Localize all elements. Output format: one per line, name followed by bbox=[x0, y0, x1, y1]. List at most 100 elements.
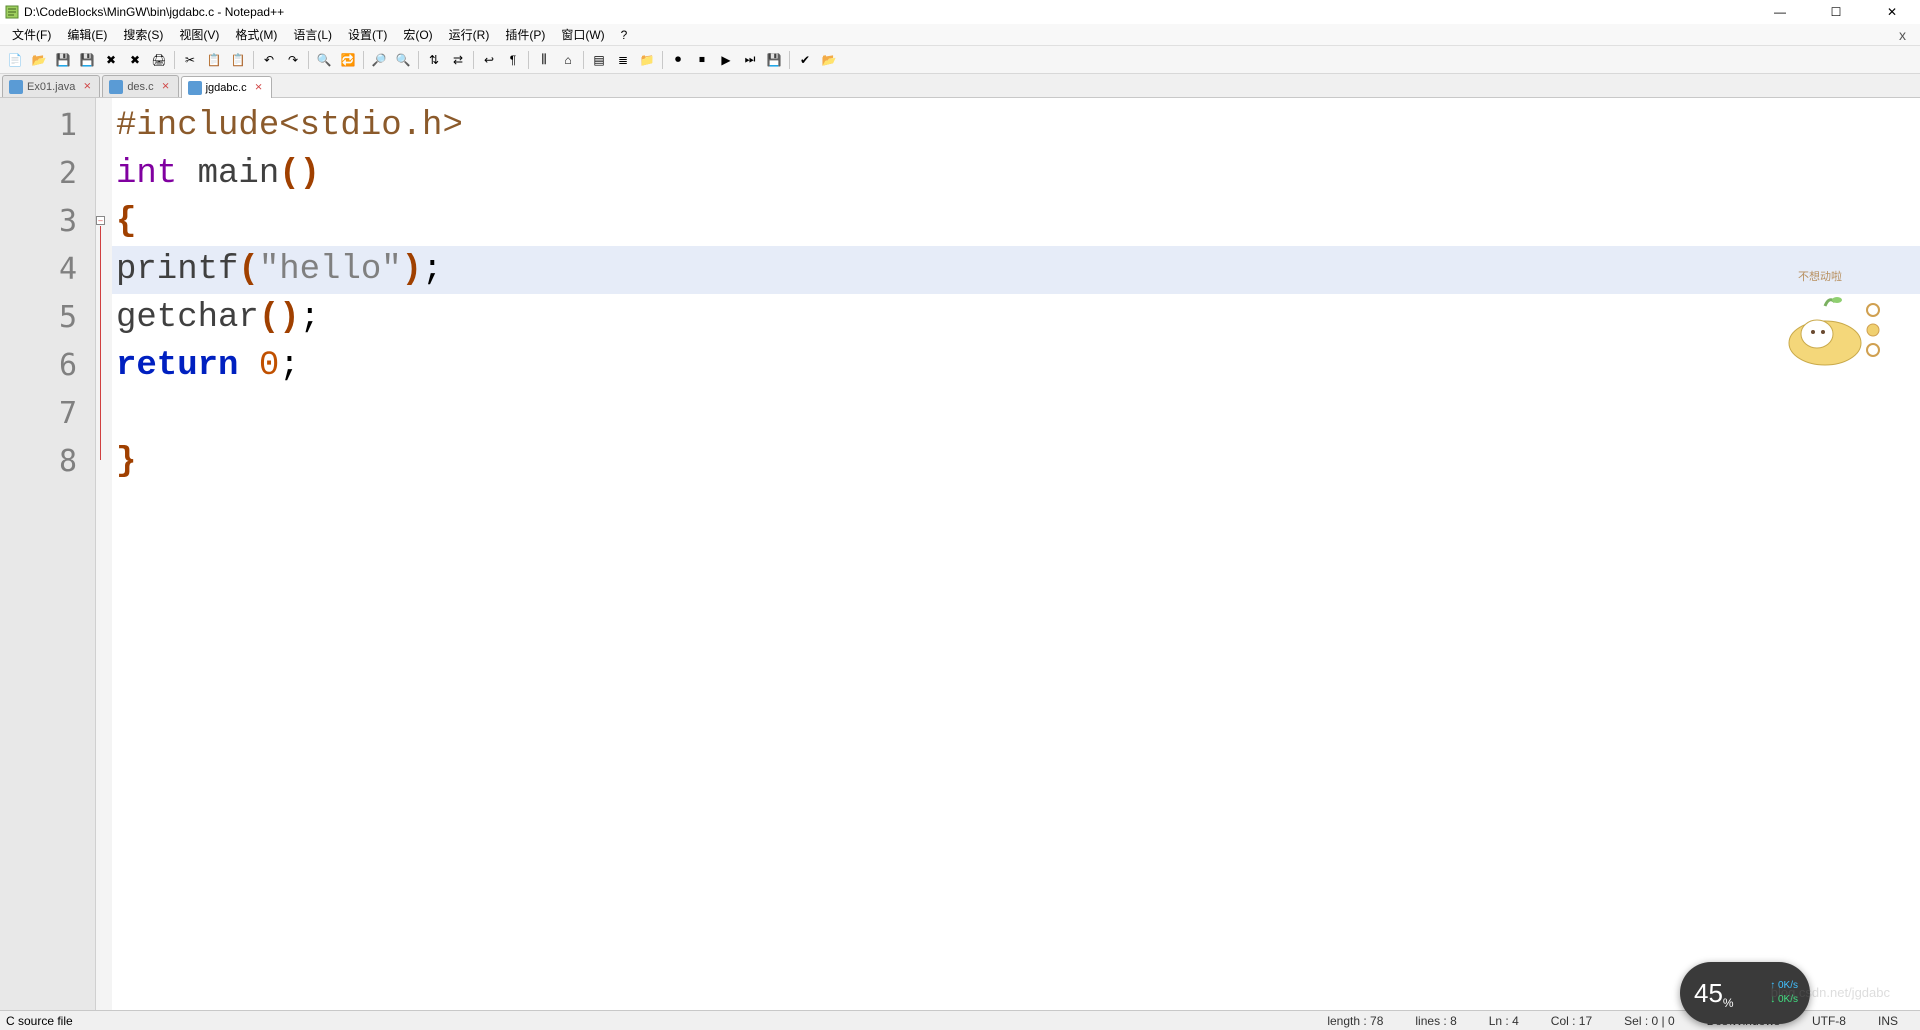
file-tab[interactable]: jgdabc.c⨯ bbox=[181, 76, 272, 98]
toolbar-separator bbox=[363, 51, 364, 69]
status-filetype: C source file bbox=[6, 1014, 73, 1028]
close-all-icon[interactable]: ✖ bbox=[124, 49, 146, 71]
paste-icon[interactable]: 📋 bbox=[227, 49, 249, 71]
toolbar-separator bbox=[253, 51, 254, 69]
wrap-icon[interactable]: ↩ bbox=[478, 49, 500, 71]
status-col: Col : 17 bbox=[1535, 1014, 1608, 1028]
zoom-in-icon[interactable]: 🔎 bbox=[368, 49, 390, 71]
play-macro-icon[interactable]: ▶ bbox=[715, 49, 737, 71]
save-macro-icon[interactable]: 💾 bbox=[763, 49, 785, 71]
widget-percent-suffix: % bbox=[1723, 996, 1734, 1010]
status-encoding[interactable]: UTF-8 bbox=[1796, 1014, 1862, 1028]
close-window-button[interactable]: ✕ bbox=[1876, 5, 1908, 19]
editor-area[interactable]: 12345678 – #include<stdio.h>int main(){p… bbox=[0, 98, 1920, 1010]
sync-h-icon[interactable]: ⇄ bbox=[447, 49, 469, 71]
toolbar-separator bbox=[583, 51, 584, 69]
lang-icon[interactable]: ⌂ bbox=[557, 49, 579, 71]
sync-v-icon[interactable]: ⇅ bbox=[423, 49, 445, 71]
file-tab[interactable]: Ex01.java ⨯ bbox=[2, 75, 100, 97]
widget-percent: 45 bbox=[1680, 978, 1723, 1009]
tab-close-icon[interactable]: ⨯ bbox=[160, 81, 172, 93]
line-number[interactable]: 3 bbox=[0, 198, 95, 246]
toolbar-separator bbox=[174, 51, 175, 69]
secondary-close-button[interactable]: x bbox=[1889, 27, 1916, 43]
tab-close-icon[interactable]: ⨯ bbox=[81, 81, 93, 93]
code-line[interactable]: getchar(); bbox=[112, 294, 1920, 342]
app-icon bbox=[4, 4, 20, 20]
tab-label: Ex01.java bbox=[27, 81, 75, 93]
func-list-icon[interactable]: ≣ bbox=[612, 49, 634, 71]
file-icon bbox=[9, 80, 23, 94]
menu-item[interactable]: 搜索(S) bbox=[115, 24, 171, 45]
fold-margin[interactable]: – bbox=[96, 98, 112, 1010]
save-all-icon[interactable]: 💾 bbox=[76, 49, 98, 71]
window-title: D:\CodeBlocks\MinGW\bin\jgdabc.c - Notep… bbox=[24, 5, 284, 19]
toolbar: 📄📂💾💾✖✖🖨✂📋📋↶↷🔍🔁🔎🔍⇅⇄↩¶⫼⌂▤≣📁⏺⏹▶⏭💾✔📂 bbox=[0, 46, 1920, 74]
copy-icon[interactable]: 📋 bbox=[203, 49, 225, 71]
code-line[interactable] bbox=[112, 390, 1920, 438]
menu-item[interactable]: ? bbox=[613, 26, 636, 44]
new-file-icon[interactable]: 📄 bbox=[4, 49, 26, 71]
menu-item[interactable]: 格式(M) bbox=[227, 24, 285, 45]
title-bar: D:\CodeBlocks\MinGW\bin\jgdabc.c - Notep… bbox=[0, 0, 1920, 24]
open-file-icon[interactable]: 📂 bbox=[28, 49, 50, 71]
open-folder-icon[interactable]: 📂 bbox=[818, 49, 840, 71]
status-lines: lines : 8 bbox=[1399, 1014, 1472, 1028]
line-number[interactable]: 5 bbox=[0, 294, 95, 342]
code-view[interactable]: #include<stdio.h>int main(){printf("hell… bbox=[112, 98, 1920, 1010]
line-number[interactable]: 2 bbox=[0, 150, 95, 198]
redo-icon[interactable]: ↷ bbox=[282, 49, 304, 71]
toolbar-separator bbox=[308, 51, 309, 69]
find-icon[interactable]: 🔍 bbox=[313, 49, 335, 71]
menu-item[interactable]: 插件(P) bbox=[497, 24, 553, 45]
code-line[interactable]: { bbox=[112, 198, 1920, 246]
indent-guide-icon[interactable]: ⫼ bbox=[533, 49, 555, 71]
doc-map-icon[interactable]: ▤ bbox=[588, 49, 610, 71]
print-icon[interactable]: 🖨 bbox=[148, 49, 170, 71]
toolbar-separator bbox=[473, 51, 474, 69]
menu-item[interactable]: 文件(F) bbox=[4, 24, 59, 45]
spellcheck-icon[interactable]: ✔ bbox=[794, 49, 816, 71]
code-line[interactable]: } bbox=[112, 438, 1920, 486]
undo-icon[interactable]: ↶ bbox=[258, 49, 280, 71]
window-controls: — ☐ ✕ bbox=[1764, 5, 1916, 19]
folder-icon[interactable]: 📁 bbox=[636, 49, 658, 71]
code-line[interactable]: int main() bbox=[112, 150, 1920, 198]
maximize-button[interactable]: ☐ bbox=[1820, 5, 1852, 19]
close-icon[interactable]: ✖ bbox=[100, 49, 122, 71]
code-line[interactable]: #include<stdio.h> bbox=[112, 102, 1920, 150]
save-icon[interactable]: 💾 bbox=[52, 49, 74, 71]
toolbar-separator bbox=[789, 51, 790, 69]
play-multi-icon[interactable]: ⏭ bbox=[739, 49, 761, 71]
tab-close-icon[interactable]: ⨯ bbox=[253, 82, 265, 94]
fold-toggle-icon[interactable]: – bbox=[96, 216, 105, 225]
menu-item[interactable]: 编辑(E) bbox=[59, 24, 115, 45]
menu-item[interactable]: 设置(T) bbox=[340, 24, 395, 45]
file-icon bbox=[188, 81, 202, 95]
code-line[interactable]: printf("hello"); bbox=[112, 246, 1920, 294]
menu-item[interactable]: 语言(L) bbox=[285, 24, 340, 45]
show-all-icon[interactable]: ¶ bbox=[502, 49, 524, 71]
line-number[interactable]: 4 bbox=[0, 246, 95, 294]
status-sel: Sel : 0 | 0 bbox=[1608, 1014, 1690, 1028]
zoom-out-icon[interactable]: 🔍 bbox=[392, 49, 414, 71]
minimize-button[interactable]: — bbox=[1764, 5, 1796, 19]
code-line[interactable]: return 0; bbox=[112, 342, 1920, 390]
menu-item[interactable]: 视图(V) bbox=[171, 24, 227, 45]
line-number[interactable]: 6 bbox=[0, 342, 95, 390]
watermark-text: blog.csdn.net/jgdabc bbox=[1771, 985, 1890, 1000]
record-macro-icon[interactable]: ⏺ bbox=[667, 49, 689, 71]
tab-bar: Ex01.java⨯des.c⨯jgdabc.c⨯ bbox=[0, 74, 1920, 98]
replace-icon[interactable]: 🔁 bbox=[337, 49, 359, 71]
line-number[interactable]: 1 bbox=[0, 102, 95, 150]
status-ins[interactable]: INS bbox=[1862, 1014, 1914, 1028]
file-tab[interactable]: des.c⨯ bbox=[102, 75, 178, 97]
menu-item[interactable]: 宏(O) bbox=[395, 24, 440, 45]
line-number[interactable]: 8 bbox=[0, 438, 95, 486]
menu-item[interactable]: 运行(R) bbox=[441, 24, 498, 45]
menu-item[interactable]: 窗口(W) bbox=[553, 24, 612, 45]
line-number[interactable]: 7 bbox=[0, 390, 95, 438]
file-icon bbox=[109, 80, 123, 94]
cut-icon[interactable]: ✂ bbox=[179, 49, 201, 71]
stop-macro-icon[interactable]: ⏹ bbox=[691, 49, 713, 71]
